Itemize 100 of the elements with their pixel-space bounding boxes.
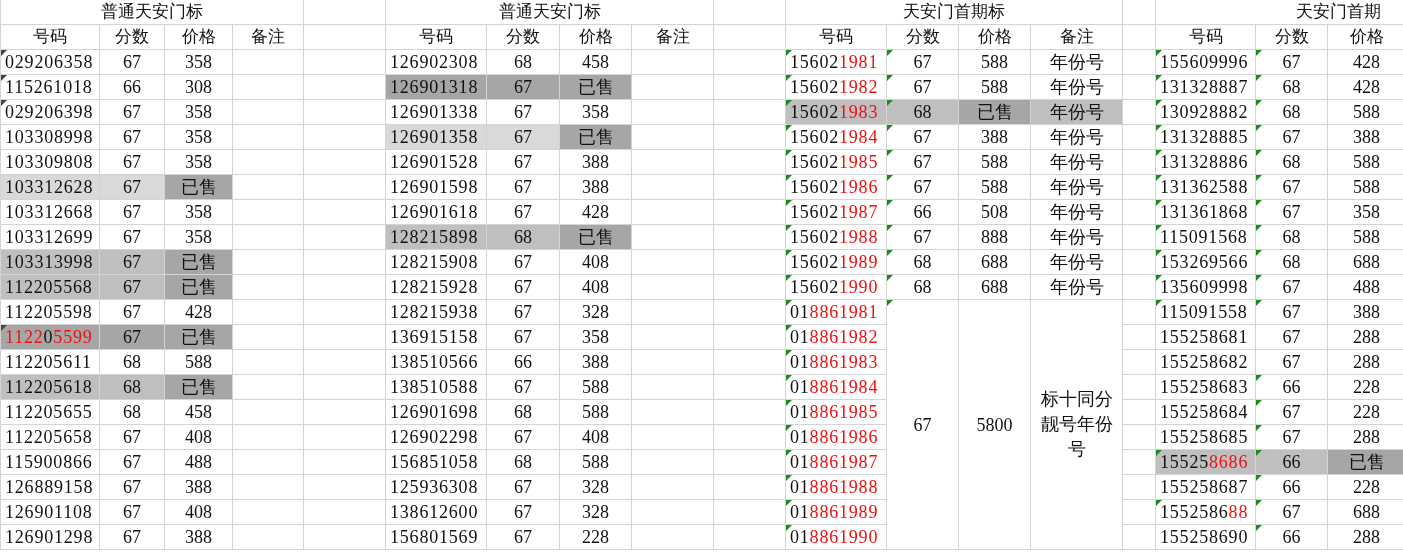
table-cell: 年份号 (1031, 75, 1123, 100)
table-cell: 68 (887, 275, 959, 300)
table-cell: 112205611 (1, 350, 100, 375)
table-cell: 已售 (1328, 450, 1403, 475)
table-cell: 67 (487, 150, 560, 175)
table-cell: 155258683 (1156, 375, 1256, 400)
table-cell: 67 (1256, 200, 1328, 225)
table-cell: 018861981 (786, 300, 887, 325)
column-header: 分数 (1256, 25, 1328, 50)
table-cell: 112205598 (1, 300, 100, 325)
table-cell: 已售 (560, 125, 632, 150)
table-cell: 126901298 (1, 525, 100, 550)
table-cell: 67 (100, 300, 165, 325)
table-cell: 358 (165, 225, 233, 250)
table-cell: 68 (887, 100, 959, 125)
table-cell: 68 (487, 50, 560, 75)
table-cell: 358 (560, 325, 632, 350)
table-cell: 67 (887, 225, 959, 250)
table-cell: 029206358 (1, 50, 100, 75)
table-cell: 67 (887, 300, 959, 550)
table-cell: 131362588 (1156, 175, 1256, 200)
table-cell: 358 (165, 125, 233, 150)
table-cell: 328 (560, 500, 632, 525)
table-cell: 458 (560, 50, 632, 75)
table-cell: 已售 (165, 250, 233, 275)
table-cell: 67 (887, 75, 959, 100)
table-cell: 358 (165, 100, 233, 125)
table-cell: 153269566 (1156, 250, 1256, 275)
table-cell: 308 (165, 75, 233, 100)
table-cell: 112205599 (1, 325, 100, 350)
table-cell: 67 (487, 75, 560, 100)
table-cell: 年份号 (1031, 125, 1123, 150)
table-cell: 125936308 (386, 475, 487, 500)
column-header: 备注 (1031, 25, 1123, 50)
table-cell: 018861990 (786, 525, 887, 550)
table-cell: 已售 (560, 225, 632, 250)
table-cell: 67 (487, 300, 560, 325)
table-cell: 67 (887, 50, 959, 75)
table-cell: 388 (165, 475, 233, 500)
table-cell: 67 (100, 225, 165, 250)
table-cell: 156021987 (786, 200, 887, 225)
table-cell: 131328887 (1156, 75, 1256, 100)
table-cell: 已售 (165, 175, 233, 200)
table-cell: 018861982 (786, 325, 887, 350)
column-header: 备注 (632, 25, 714, 50)
table-cell: 已售 (165, 375, 233, 400)
table-cell: 155258685 (1156, 425, 1256, 450)
table-cell: 68 (1256, 225, 1328, 250)
table-cell: 103312699 (1, 225, 100, 250)
table-cell: 67 (487, 200, 560, 225)
table-cell: 156021981 (786, 50, 887, 75)
table-cell: 67 (100, 50, 165, 75)
table-cell: 018861986 (786, 425, 887, 450)
table-cell: 67 (100, 275, 165, 300)
table-cell: 131328886 (1156, 150, 1256, 175)
table-cell: 408 (560, 425, 632, 450)
table-cell: 156801569 (386, 525, 487, 550)
table-cell: 138612600 (386, 500, 487, 525)
table-cell: 588 (959, 175, 1031, 200)
table-cell: 126902298 (386, 425, 487, 450)
table-cell: 66 (100, 75, 165, 100)
table-cell: 112205658 (1, 425, 100, 450)
table-cell: 68 (1256, 75, 1328, 100)
column-header: 价格 (959, 25, 1031, 50)
table-cell: 68 (1256, 100, 1328, 125)
table-cell: 67 (487, 125, 560, 150)
table-cell: 156021988 (786, 225, 887, 250)
table-cell: 155609996 (1156, 50, 1256, 75)
table-cell: 年份号 (1031, 250, 1123, 275)
table-cell: 112205618 (1, 375, 100, 400)
table-cell: 408 (560, 275, 632, 300)
table-cell: 103313998 (1, 250, 100, 275)
table-cell: 126901318 (386, 75, 487, 100)
column-header: 分数 (487, 25, 560, 50)
table-cell: 018861989 (786, 500, 887, 525)
table-cell: 128215898 (386, 225, 487, 250)
table-cell: 66 (1256, 450, 1328, 475)
table-cell: 588 (560, 450, 632, 475)
column-header: 价格 (560, 25, 632, 50)
table-cell: 428 (165, 300, 233, 325)
table-cell: 67 (1256, 425, 1328, 450)
table-cell: 67 (487, 100, 560, 125)
column-header: 号码 (386, 25, 487, 50)
table-cell: 67 (887, 150, 959, 175)
table-cell: 67 (100, 100, 165, 125)
table-cell: 388 (560, 350, 632, 375)
table-cell: 66 (1256, 475, 1328, 500)
table-cell: 67 (100, 450, 165, 475)
table-cell: 68 (887, 250, 959, 275)
table-cell: 018861988 (786, 475, 887, 500)
table-cell: 358 (165, 50, 233, 75)
table-cell: 156021985 (786, 150, 887, 175)
table-cell: 588 (959, 50, 1031, 75)
column-header: 号码 (786, 25, 887, 50)
table-cell: 128215908 (386, 250, 487, 275)
table-cell: 018861987 (786, 450, 887, 475)
table-cell: 67 (487, 325, 560, 350)
table-cell: 67 (100, 425, 165, 450)
table-cell: 67 (487, 475, 560, 500)
table-cell: 155258682 (1156, 350, 1256, 375)
